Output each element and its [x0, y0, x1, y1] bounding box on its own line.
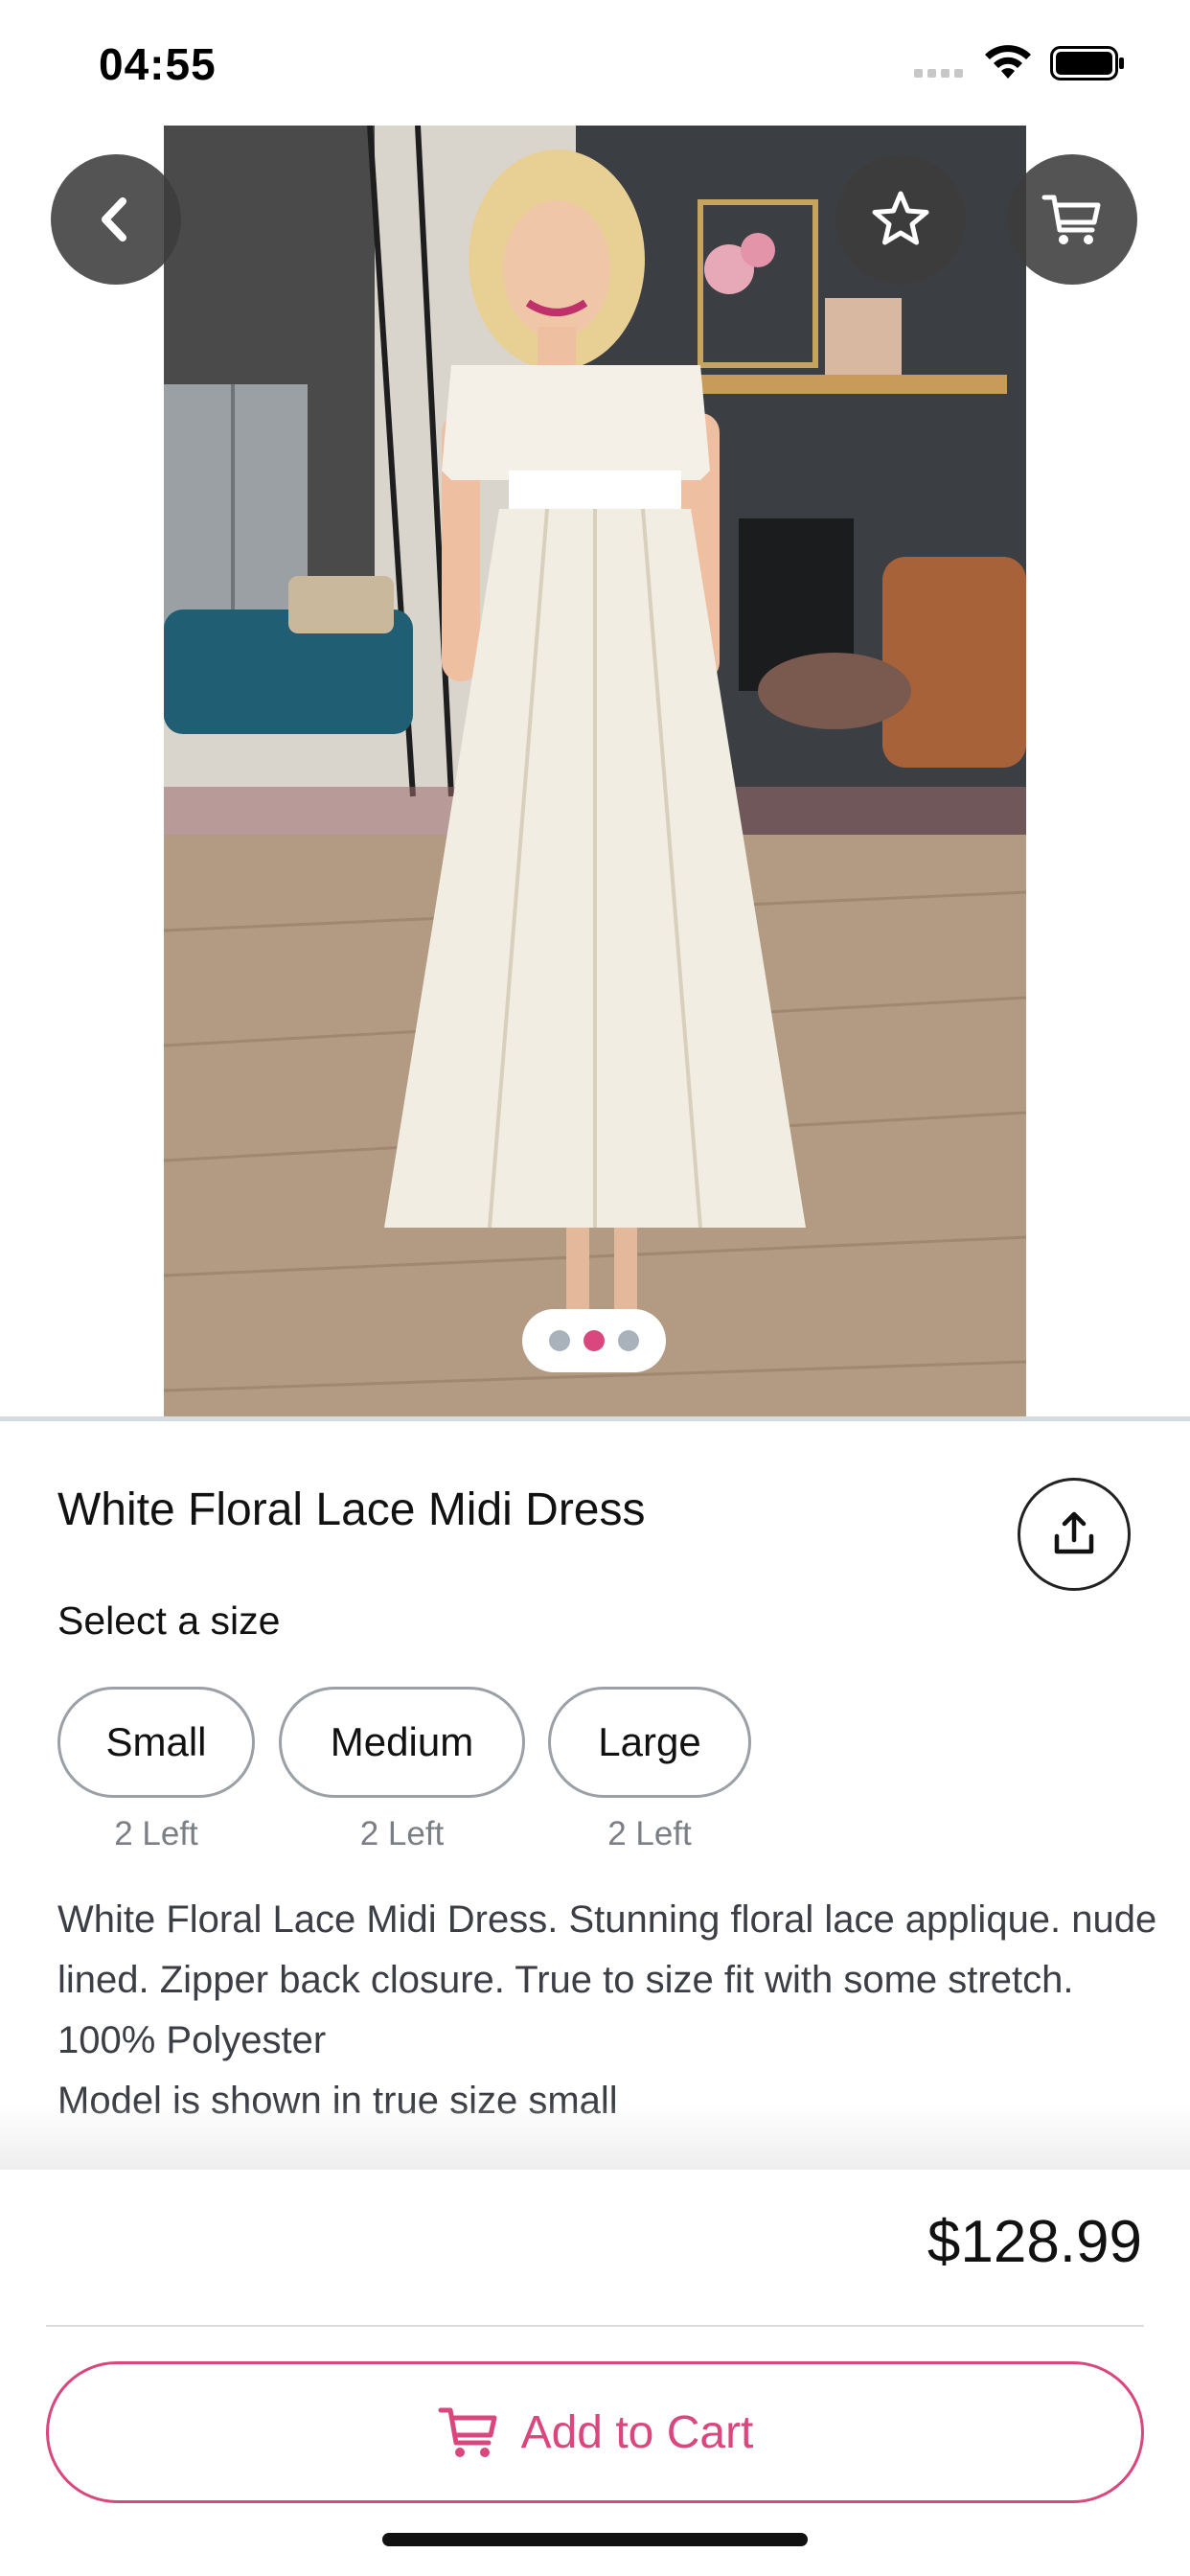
- product-photo: [164, 126, 1026, 1419]
- product-description: White Floral Lace Midi Dress. Stunning f…: [57, 1898, 1157, 2122]
- size-selector-label: Select a size: [57, 1598, 281, 1643]
- size-option-large: Large 2 Left: [548, 1687, 751, 1853]
- signal-icon: [914, 69, 963, 78]
- product-image[interactable]: [164, 126, 1026, 1419]
- product-price: $128.99: [927, 2209, 1142, 2275]
- cart-icon: [1041, 195, 1101, 244]
- pager-dot-active[interactable]: [584, 1330, 605, 1351]
- status-bar: 04:55: [0, 0, 1190, 126]
- pager-dot[interactable]: [618, 1330, 639, 1351]
- size-button-small[interactable]: Small: [57, 1687, 255, 1798]
- product-title: White Floral Lace Midi Dress: [57, 1484, 646, 1535]
- battery-icon: [1050, 46, 1124, 80]
- cart-button[interactable]: [1007, 154, 1137, 285]
- add-to-cart-label: Add to Cart: [520, 2406, 754, 2458]
- divider: [46, 2325, 1144, 2327]
- size-button-medium[interactable]: Medium: [279, 1687, 525, 1798]
- status-time: 04:55: [99, 39, 217, 89]
- share-icon: [1054, 1511, 1094, 1554]
- back-button[interactable]: [51, 154, 181, 285]
- chevron-left-icon: [102, 197, 126, 242]
- star-icon: [872, 191, 929, 245]
- home-indicator[interactable]: [382, 2533, 808, 2546]
- size-button-large[interactable]: Large: [548, 1687, 751, 1798]
- scroll-fade: [0, 2104, 1190, 2171]
- purchase-panel: $128.99 Add to Cart: [0, 2170, 1190, 2576]
- size-stock-large: 2 Left: [607, 1815, 692, 1852]
- wifi-icon: [985, 45, 1031, 79]
- size-option-medium: Medium 2 Left: [279, 1687, 525, 1853]
- size-option-small: Small 2 Left: [57, 1687, 255, 1853]
- size-stock-small: 2 Left: [114, 1815, 198, 1852]
- cart-icon: [438, 2407, 497, 2457]
- hero-divider: [0, 1416, 1190, 1421]
- pager-dot[interactable]: [549, 1330, 570, 1351]
- add-to-cart-button[interactable]: Add to Cart: [46, 2361, 1144, 2503]
- favorite-button[interactable]: [835, 154, 966, 285]
- share-button[interactable]: [1018, 1478, 1131, 1591]
- size-stock-medium: 2 Left: [359, 1815, 445, 1852]
- image-pagination[interactable]: [522, 1309, 666, 1372]
